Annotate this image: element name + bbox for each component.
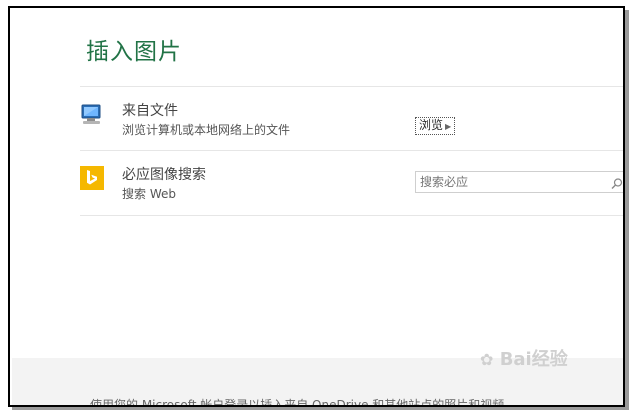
chevron-right-icon: ▶ xyxy=(445,122,452,131)
baidu-watermark: ✿ Bai经验 xyxy=(480,345,568,371)
browse-button[interactable]: 浏览 ▶ xyxy=(415,117,456,135)
frame-shadow-right xyxy=(625,10,629,409)
bing-subtitle: 搜索 Web xyxy=(122,187,176,201)
dialog-title: 插入图片 xyxy=(86,39,182,65)
bing-icon xyxy=(80,166,104,190)
bing-search-row: 必应图像搜索 搜索 Web xyxy=(80,150,625,216)
frame-shadow-bottom xyxy=(12,407,629,410)
from-file-title: 来自文件 xyxy=(122,103,178,119)
search-icon[interactable] xyxy=(610,176,624,190)
paw-icon: ✿ xyxy=(480,350,494,369)
footer-signin-text: 使用您的 Microsoft 帐户登录以插入来自 OneDrive 和其他站点的… xyxy=(90,398,517,407)
from-file-row[interactable]: 来自文件 浏览计算机或本地网络上的文件 浏览 ▶ xyxy=(80,86,625,151)
bing-search-box[interactable] xyxy=(415,171,625,193)
bing-title: 必应图像搜索 xyxy=(122,167,206,183)
bing-search-input[interactable] xyxy=(420,174,600,190)
watermark-text: Bai经验 xyxy=(499,349,568,370)
from-file-subtitle: 浏览计算机或本地网络上的文件 xyxy=(122,123,291,137)
computer-icon xyxy=(80,102,104,126)
browse-label: 浏览 xyxy=(419,118,444,132)
